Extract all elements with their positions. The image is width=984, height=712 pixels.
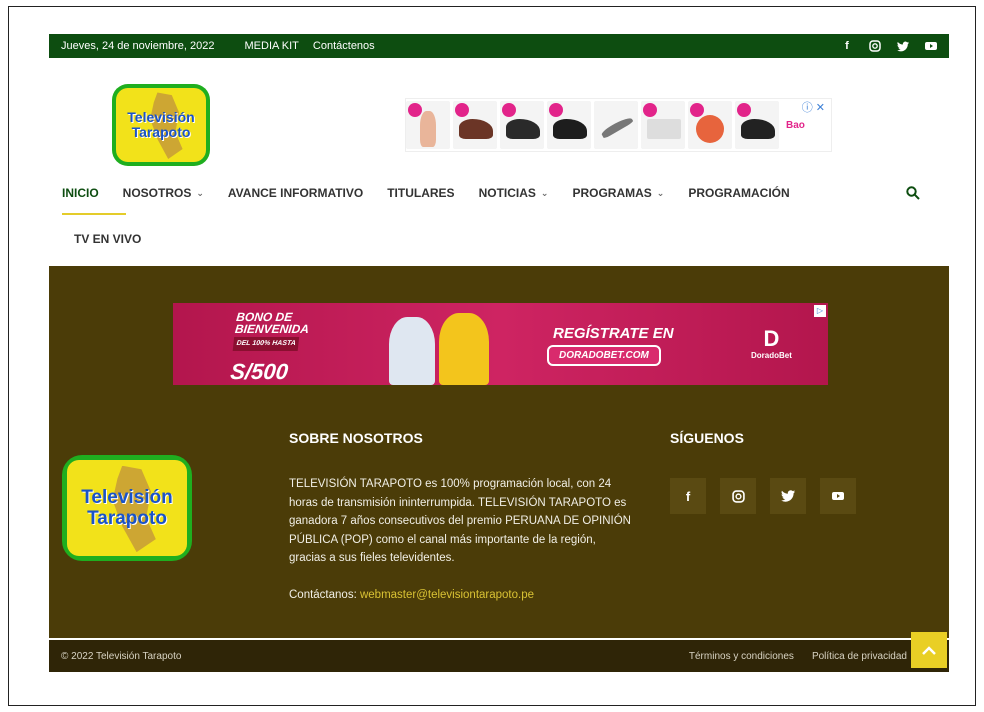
top-ad-banner[interactable]: Bao ⓘ ✕	[405, 98, 832, 152]
nav-item-noticias[interactable]: NOTICIAS ⌄	[479, 186, 549, 200]
contact-email-link[interactable]: webmaster@televisiontarapoto.pe	[360, 589, 534, 601]
player-2-figure	[439, 313, 489, 385]
facebook-icon[interactable]: f	[841, 40, 853, 52]
banner-cta-button[interactable]: DORADOBET.COM	[547, 345, 661, 366]
ad-info-icon[interactable]: ▷	[814, 305, 826, 317]
active-nav-indicator	[62, 213, 126, 215]
instagram-icon[interactable]	[869, 40, 881, 52]
doradobet-ad-banner[interactable]: BONO DE BIENVENIDA DEL 100% HASTA S/500 …	[173, 303, 828, 385]
nav-item-tv-en-vivo[interactable]: TV EN VIVO	[74, 232, 141, 246]
ad-product-6[interactable]	[641, 101, 685, 149]
current-date: Jueves, 24 de noviembre, 2022	[61, 40, 215, 52]
contact-line: Contáctanos: webmaster@televisiontarapot…	[289, 589, 534, 601]
ad-product-3[interactable]	[500, 101, 544, 149]
brand-label: DoradoBet	[751, 351, 792, 360]
follow-title: SÍGUENOS	[670, 430, 744, 446]
ad-product-5[interactable]	[594, 101, 638, 149]
bottom-footer: © 2022 Televisión Tarapoto Términos y co…	[49, 640, 949, 672]
nav-item-programacion[interactable]: PROGRAMACIÓN	[688, 186, 789, 200]
privacy-link[interactable]: Política de privacidad	[812, 651, 907, 662]
nav-item-titulares[interactable]: TITULARES	[387, 186, 454, 200]
twitter-icon[interactable]	[897, 40, 909, 52]
ad-advertiser-label: Bao	[786, 119, 805, 131]
main-nav: INICIO NOSOTROS ⌄ AVANCE INFORMATIVO TITU…	[62, 186, 790, 200]
twitter-icon[interactable]	[770, 478, 806, 514]
contact-link[interactable]: Contáctenos	[313, 40, 375, 52]
search-icon[interactable]	[906, 186, 920, 200]
footer-logo-line2: Tarapoto	[87, 508, 167, 529]
nav-label: TITULARES	[387, 186, 455, 200]
chevron-down-icon: ⌄	[540, 187, 549, 198]
ad-product-7[interactable]	[688, 101, 732, 149]
chevron-down-icon: ⌄	[196, 187, 204, 198]
doradobet-logo: D DoradoBet	[751, 326, 792, 361]
instagram-icon[interactable]	[720, 478, 756, 514]
youtube-icon[interactable]	[925, 40, 937, 52]
footer-logo-emblem: Televisión Tarapoto	[67, 460, 187, 556]
copyright-text: © 2022 Televisión Tarapoto	[61, 650, 182, 662]
ad-close-icon[interactable]: ⓘ ✕	[802, 99, 825, 115]
banner-players-image	[383, 309, 493, 385]
site-logo[interactable]: Televisión Tarapoto	[112, 84, 210, 166]
logo-text-line2: Tarapoto	[131, 124, 191, 140]
footer-logo-line1: Televisión	[81, 487, 173, 508]
nav-item-nosotros[interactable]: NOSOTROS ⌄	[123, 186, 204, 200]
top-bar: Jueves, 24 de noviembre, 2022 MEDIA KIT …	[49, 34, 949, 58]
nav-label: AVANCE INFORMATIVO	[227, 186, 364, 200]
media-kit-link[interactable]: MEDIA KIT	[245, 40, 299, 52]
nav-item-inicio[interactable]: INICIO	[62, 186, 99, 200]
banner-amount: S/500	[229, 359, 290, 384]
contact-label: Contáctanos:	[289, 589, 357, 601]
nav-label: PROGRAMACIÓN	[688, 186, 790, 200]
footer-links: Términos y condiciones Política de priva…	[689, 651, 907, 662]
nav-label: NOTICIAS	[478, 186, 536, 200]
banner-sub: DEL 100% HASTA	[232, 337, 300, 351]
nav-item-avance-informativo[interactable]: AVANCE INFORMATIVO	[228, 186, 363, 200]
banner-bonus-text: BONO DE BIENVENIDA DEL 100% HASTA S/500	[229, 310, 311, 385]
about-title: SOBRE NOSOTROS	[289, 430, 423, 446]
ad-product-1[interactable]	[406, 101, 450, 149]
terms-link[interactable]: Términos y condiciones	[689, 651, 794, 662]
chevron-up-icon	[922, 645, 936, 655]
player-1-figure	[389, 317, 435, 385]
follow-social-icons: f	[670, 478, 856, 514]
nav-label: INICIO	[62, 186, 99, 200]
ad-product-4[interactable]	[547, 101, 591, 149]
banner-cta-title: REGÍSTRATE EN	[553, 325, 674, 342]
logo-text-line1: Televisión	[127, 109, 195, 125]
back-to-top-button[interactable]	[911, 632, 947, 668]
facebook-icon[interactable]: f	[670, 478, 706, 514]
ad-product-8[interactable]	[735, 101, 779, 149]
nav-item-programas[interactable]: PROGRAMAS ⌄	[572, 186, 664, 200]
banner-line2: BIENVENIDA	[234, 322, 310, 336]
nav-label: PROGRAMAS	[572, 186, 652, 200]
about-text: TELEVISIÓN TARAPOTO es 100% programación…	[289, 478, 631, 564]
logo-emblem: Televisión Tarapoto	[116, 88, 206, 162]
youtube-icon[interactable]	[820, 478, 856, 514]
doradobet-mark-icon: D	[763, 326, 780, 351]
ad-product-2[interactable]	[453, 101, 497, 149]
footer-logo[interactable]: Televisión Tarapoto	[62, 455, 192, 561]
chevron-down-icon: ⌄	[656, 187, 665, 198]
top-social-icons: f	[841, 40, 937, 52]
nav-label: NOSOTROS	[122, 186, 192, 200]
